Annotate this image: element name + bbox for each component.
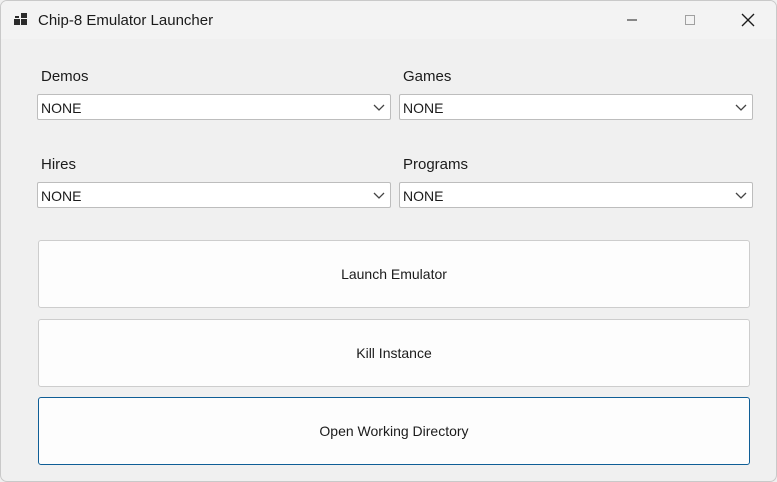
chevron-down-icon <box>735 104 747 111</box>
launch-emulator-button[interactable]: Launch Emulator <box>38 240 750 308</box>
hires-label: Hires <box>41 156 77 173</box>
programs-selected-value: NONE <box>403 188 444 204</box>
chevron-down-icon <box>373 192 385 199</box>
title-bar[interactable]: Chip-8 Emulator Launcher <box>1 1 776 39</box>
app-window-icon <box>14 13 27 25</box>
games-label: Games <box>403 68 452 85</box>
kill-instance-button[interactable]: Kill Instance <box>38 319 750 387</box>
minimize-button[interactable] <box>603 1 661 39</box>
chevron-down-icon <box>735 192 747 199</box>
programs-label: Programs <box>403 156 469 173</box>
window-title: Chip-8 Emulator Launcher <box>38 12 214 29</box>
maximize-icon <box>685 15 695 25</box>
hires-combobox[interactable]: NONE <box>37 182 391 208</box>
chevron-down-icon <box>373 104 385 111</box>
app-window: Chip-8 Emulator Launcher Demos NONE Game… <box>0 0 777 482</box>
demos-combobox[interactable]: NONE <box>37 94 391 120</box>
hires-selected-value: NONE <box>41 188 82 204</box>
open-working-directory-button[interactable]: Open Working Directory <box>38 397 750 465</box>
games-selected-value: NONE <box>403 100 444 116</box>
games-combobox[interactable]: NONE <box>399 94 753 120</box>
close-button[interactable] <box>719 1 776 39</box>
minimize-icon <box>627 19 637 21</box>
close-icon <box>741 13 755 27</box>
demos-selected-value: NONE <box>41 100 82 116</box>
demos-label: Demos <box>41 68 89 85</box>
programs-combobox[interactable]: NONE <box>399 182 753 208</box>
maximize-button[interactable] <box>661 1 719 39</box>
